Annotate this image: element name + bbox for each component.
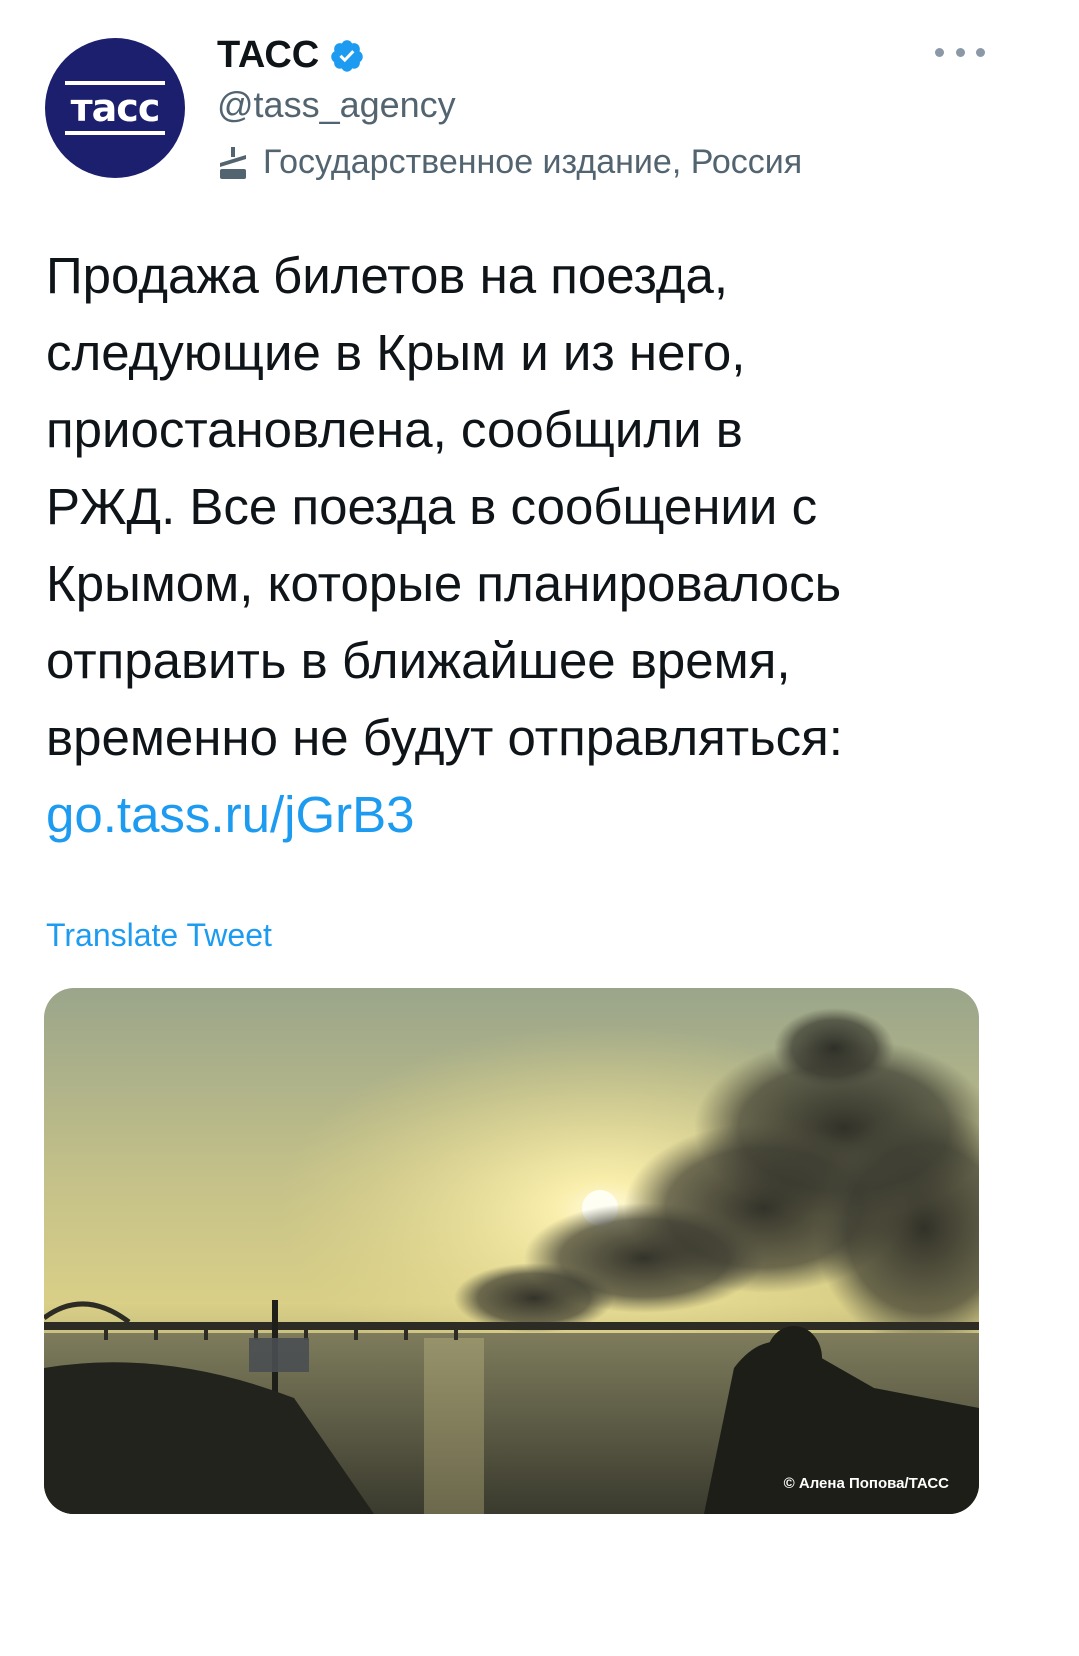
more-options-icon[interactable] bbox=[935, 40, 985, 64]
photo-credit: © Алена Попова/ТАСС bbox=[783, 1475, 949, 1492]
tweet-line: отправить в ближайшее время, bbox=[46, 632, 791, 689]
tweet-media-photo[interactable]: © Алена Попова/ТАСС bbox=[44, 988, 979, 1514]
affiliation-label: Государственное издание, Россия bbox=[217, 143, 802, 182]
tweet-line: РЖД. Все поезда в сообщении с bbox=[46, 478, 818, 535]
author-display-name[interactable]: ТАСС bbox=[217, 34, 319, 77]
affiliation-text: Государственное издание, Россия bbox=[263, 143, 803, 181]
author-name-row[interactable]: ТАСС bbox=[217, 34, 365, 77]
government-building-icon bbox=[220, 146, 246, 179]
tweet-link[interactable]: go.tass.ru/jGrB3 bbox=[46, 776, 1036, 853]
tweet-text: Продажа билетов на поезда, следующие в К… bbox=[46, 237, 1036, 853]
avatar-logo: тасс bbox=[64, 81, 166, 135]
tweet-line: Крымом, которые планировалось bbox=[46, 555, 842, 612]
tweet-line: Продажа билетов на поезда, bbox=[46, 247, 729, 304]
tweet-line: временно не будут отправляться: bbox=[46, 709, 843, 766]
tweet-line: приостановлена, сообщили в bbox=[46, 401, 743, 458]
verified-badge-icon bbox=[331, 39, 363, 72]
translate-tweet-link[interactable]: Translate Tweet bbox=[46, 917, 272, 954]
photo-scene bbox=[44, 988, 979, 1514]
tweet-line: следующие в Крым и из него, bbox=[46, 324, 746, 381]
author-avatar[interactable]: тасс bbox=[45, 38, 185, 178]
author-handle[interactable]: @tass_agency bbox=[217, 84, 456, 126]
